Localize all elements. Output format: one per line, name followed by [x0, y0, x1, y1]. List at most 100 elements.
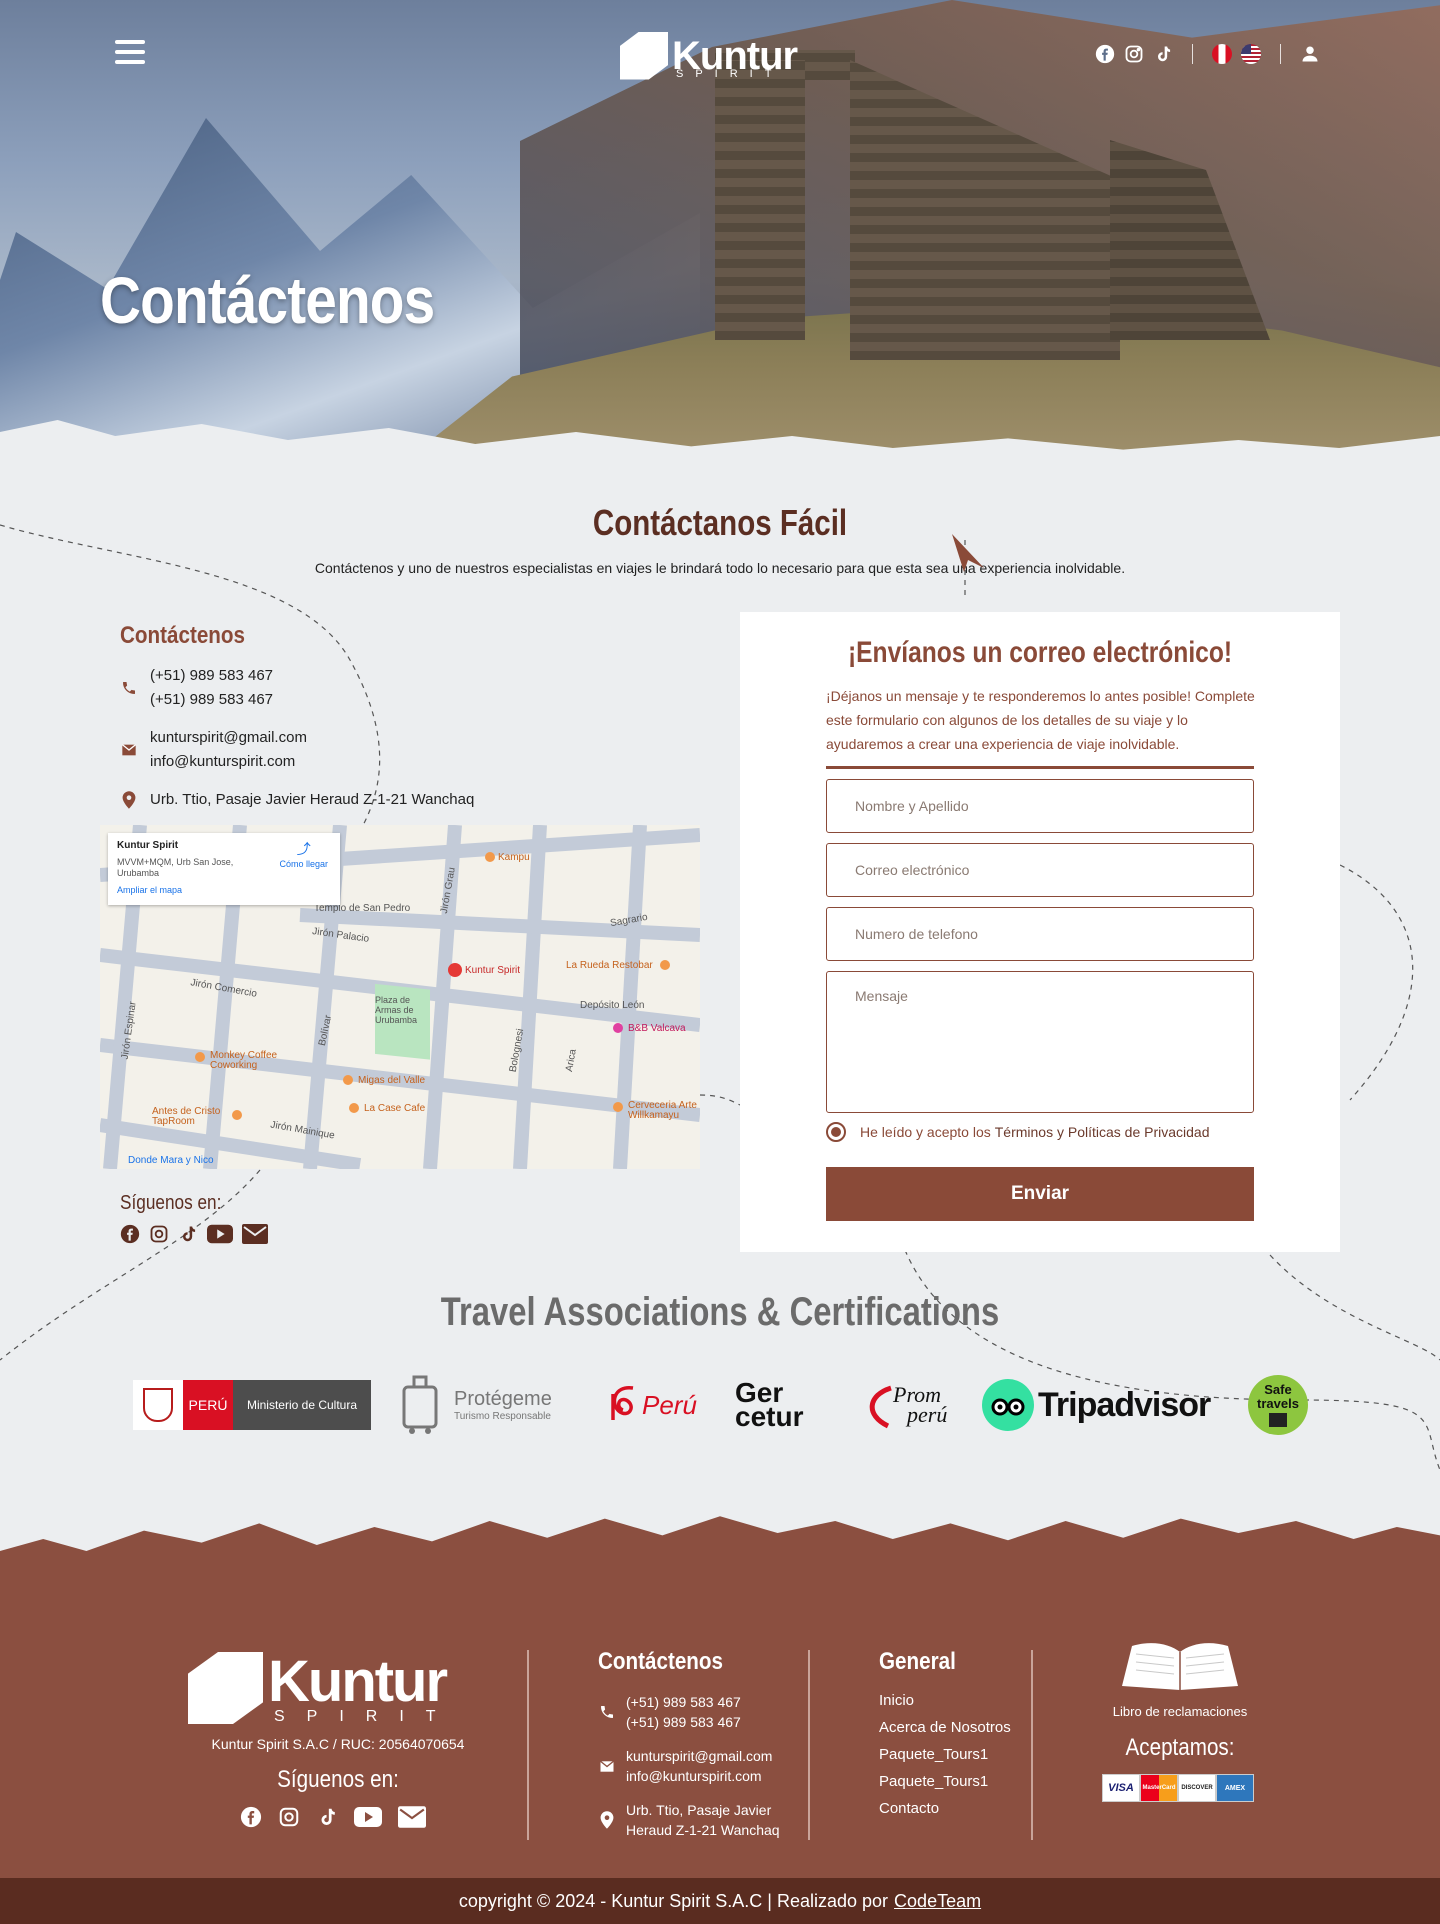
tripadvisor-logo[interactable]: Tripadvisor: [982, 1370, 1211, 1440]
footer-address: Urb. Ttio, Pasaje Javier Heraud Z-1-21 Wa…: [598, 1800, 780, 1840]
footer-link-about[interactable]: Acerca de Nosotros: [879, 1719, 1011, 1736]
footer-phone: (+51) 989 583 467 (+51) 989 583 467: [598, 1692, 780, 1732]
divider: [1280, 44, 1281, 64]
follow-label: Síguenos en:: [120, 1192, 222, 1214]
terms-checkbox-row[interactable]: He leído y acepto los Términos y Polític…: [826, 1122, 1210, 1142]
phone-input[interactable]: Numero de telefono: [826, 907, 1254, 961]
instagram-icon[interactable]: [1124, 44, 1144, 64]
marca-peru-logo[interactable]: Perú: [608, 1370, 697, 1440]
footer-logo-subtext: SPIRIT: [274, 1708, 458, 1725]
complaints-book-label[interactable]: Libro de reclamaciones: [1090, 1704, 1270, 1719]
directions-label: Cómo llegar: [279, 859, 328, 869]
footer-logo[interactable]: Kuntur SPIRIT: [188, 1648, 488, 1728]
phone-1[interactable]: (+51) 989 583 467: [150, 664, 273, 688]
email-input[interactable]: Correo electrónico: [826, 843, 1254, 897]
footer-link-inicio[interactable]: Inicio: [879, 1692, 1011, 1709]
site-logo[interactable]: Kuntur SPIRIT: [620, 28, 825, 83]
paper-plane-icon: [952, 534, 984, 572]
user-icon[interactable]: [1300, 44, 1320, 64]
tripadvisor-owl-icon: [982, 1379, 1034, 1431]
map-enlarge-link[interactable]: Ampliar el mapa: [117, 885, 182, 895]
facebook-icon[interactable]: [120, 1224, 140, 1244]
map-poi[interactable]: Kuntur Spirit: [465, 965, 520, 976]
tiktok-icon[interactable]: [1153, 44, 1173, 64]
associations-logos: PERÚ Ministerio de Cultura Protégeme Tur…: [130, 1370, 1310, 1440]
luggage-icon: [402, 1375, 438, 1434]
promperu-line2: perú: [907, 1402, 948, 1427]
mail-icon[interactable]: [398, 1806, 426, 1828]
es-flag-icon[interactable]: [1212, 44, 1232, 64]
map-poi[interactable]: La Case Cafe: [364, 1103, 425, 1114]
youtube-icon[interactable]: [354, 1806, 382, 1828]
map-card-address: MVVM+MQM, Urb San Jose, Urubamba: [117, 857, 234, 878]
instagram-icon[interactable]: [278, 1806, 300, 1828]
promperu-logo[interactable]: Prom perú: [863, 1370, 947, 1440]
map-poi[interactable]: Monkey Coffee Coworking: [210, 1051, 290, 1071]
email-1[interactable]: kunturspirit@gmail.com: [150, 726, 307, 750]
gercetur-line2: cetur: [735, 1401, 804, 1432]
footer-divider: [1031, 1650, 1033, 1840]
footer-link-tours-1[interactable]: Paquete_Tours1: [879, 1746, 1011, 1763]
mail-icon: [120, 741, 138, 759]
map-poi[interactable]: Cerveceria Arte Willkamayu: [628, 1101, 700, 1121]
footer-social-icons: [240, 1806, 426, 1828]
footer-link-contacto[interactable]: Contacto: [879, 1800, 1011, 1817]
section-subtitle: Contáctenos y uno de nuestros especialis…: [314, 560, 1126, 576]
terms-link[interactable]: Términos y Políticas de Privacidad: [995, 1124, 1210, 1140]
footer-logo-text: Kuntur: [268, 1649, 448, 1714]
facebook-icon[interactable]: [240, 1806, 262, 1828]
complaints-book-icon[interactable]: [1118, 1636, 1242, 1696]
map-poi[interactable]: La Rueda Restobar: [566, 960, 653, 971]
hamburger-icon[interactable]: [115, 40, 145, 66]
visa-card-icon: VISA: [1102, 1774, 1140, 1802]
footer: Kuntur SPIRIT Kuntur Spirit S.A.C / RUC:…: [0, 1600, 1440, 1880]
footer-link-tours-2[interactable]: Paquete_Tours1: [879, 1773, 1011, 1790]
protegeme-logo[interactable]: Protégeme Turismo Responsable: [400, 1370, 552, 1440]
youtube-icon[interactable]: [207, 1224, 233, 1244]
tripadvisor-text: Tripadvisor: [1038, 1385, 1211, 1424]
footer-email-1[interactable]: kunturspirit@gmail.com: [626, 1746, 772, 1766]
footer-follow-label: Síguenos en:: [277, 1766, 399, 1793]
map-poi[interactable]: Migas del Valle: [358, 1075, 425, 1086]
peru-swirl-icon: [611, 1386, 634, 1420]
name-input[interactable]: Nombre y Apellido: [826, 779, 1254, 833]
en-flag-icon[interactable]: [1241, 44, 1261, 64]
terms-radio[interactable]: [826, 1122, 846, 1142]
submit-button[interactable]: Enviar: [826, 1167, 1254, 1221]
email-2[interactable]: info@kunturspirit.com: [150, 750, 307, 774]
condor-logo-icon: [188, 1652, 263, 1724]
instagram-icon[interactable]: [149, 1224, 169, 1244]
gercetur-logo[interactable]: Ger cetur: [735, 1370, 803, 1440]
google-map[interactable]: Templo de San Pedro Jirón Palacio Jirón …: [100, 825, 700, 1169]
map-directions-button[interactable]: ⤴ Cómo llegar: [279, 839, 328, 869]
amex-card-icon: AMEX: [1216, 1774, 1254, 1802]
footer-general-column: General Inicio Acerca de Nosotros Paquet…: [879, 1648, 1011, 1827]
map-poi[interactable]: Kampu: [498, 852, 530, 863]
footer-phone-1[interactable]: (+51) 989 583 467: [626, 1692, 741, 1712]
contact-email: kunturspirit@gmail.com info@kunturspirit.…: [120, 726, 700, 774]
footer-address-2: Heraud Z-1-21 Wanchaq: [626, 1822, 780, 1838]
ministerio-cultura-logo[interactable]: PERÚ Ministerio de Cultura: [133, 1370, 371, 1440]
facebook-icon[interactable]: [1095, 44, 1115, 64]
mail-icon: [598, 1760, 616, 1773]
tiktok-icon[interactable]: [316, 1806, 338, 1828]
mail-icon[interactable]: [242, 1224, 268, 1244]
condor-logo-icon: [620, 31, 668, 80]
form-title: ¡Envíanos un correo electrónico!: [847, 636, 1233, 669]
footer-phone-2[interactable]: (+51) 989 583 467: [626, 1712, 741, 1732]
tiktok-icon[interactable]: [178, 1224, 198, 1244]
codeteam-link[interactable]: CodeTeam: [894, 1891, 981, 1912]
map-poi[interactable]: B&B Valcava: [628, 1023, 686, 1034]
section-title: Contáctanos Fácil: [592, 502, 848, 543]
safe-travels-logo[interactable]: Safe travels: [1248, 1370, 1308, 1440]
phone-2[interactable]: (+51) 989 583 467: [150, 688, 273, 712]
footer-email-2[interactable]: info@kunturspirit.com: [626, 1766, 772, 1786]
discover-card-icon: DISCOVER: [1178, 1774, 1216, 1802]
map-label: Depósito León: [580, 1000, 645, 1011]
contact-phone: (+51) 989 583 467 (+51) 989 583 467: [120, 664, 700, 712]
map-poi[interactable]: Antes de Cristo TapRoom: [152, 1107, 232, 1127]
message-textarea[interactable]: Mensaje: [826, 971, 1254, 1113]
protegeme-subtitle: Turismo Responsable: [454, 1411, 551, 1422]
page-title: Contáctenos: [100, 263, 435, 337]
contact-info: Contáctenos (+51) 989 583 467 (+51) 989 5…: [120, 622, 700, 826]
